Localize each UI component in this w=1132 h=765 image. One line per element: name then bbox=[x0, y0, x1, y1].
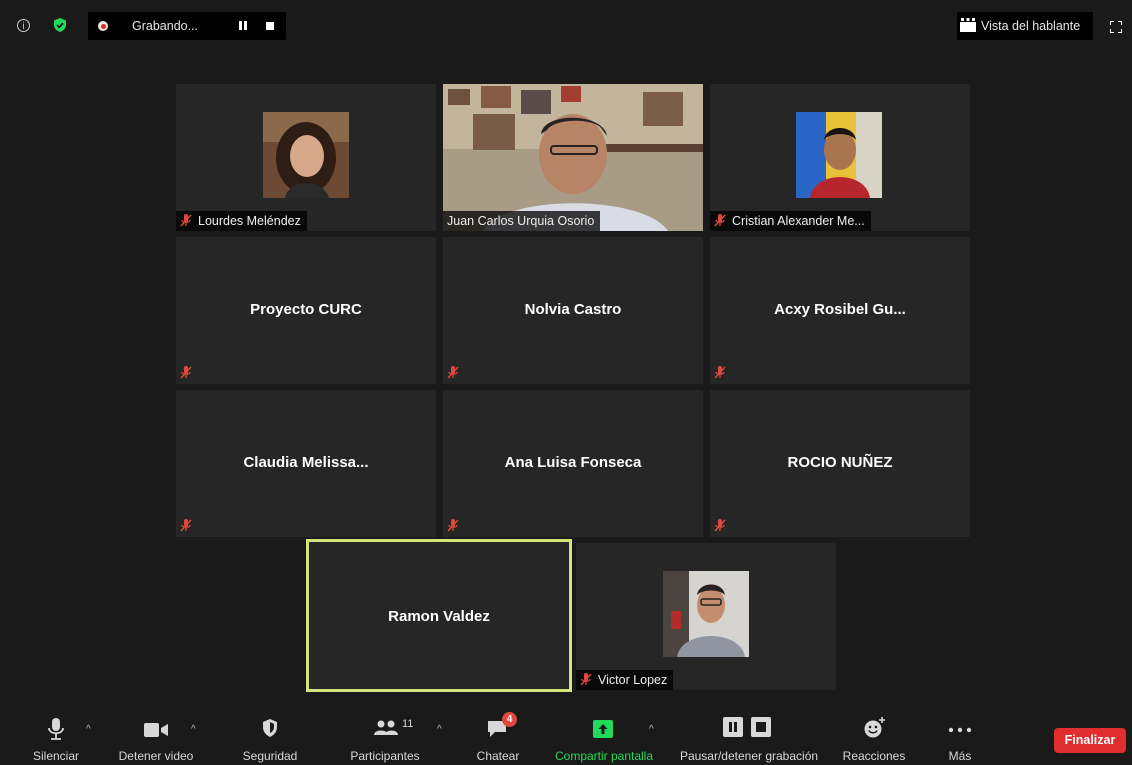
muted-mic-icon bbox=[714, 214, 726, 227]
participant-tile-nolvia[interactable]: Nolvia Castro bbox=[443, 237, 703, 384]
recording-label: Grabando... bbox=[132, 19, 199, 33]
participant-name: Claudia Melissa... bbox=[243, 454, 369, 471]
participant-video bbox=[263, 112, 349, 198]
pause-stop-recording-button[interactable]: Pausar/detener grabación bbox=[672, 705, 826, 765]
recording-indicator: Grabando... bbox=[88, 12, 286, 40]
end-meeting-button[interactable]: Finalizar bbox=[1054, 728, 1126, 753]
participants-label: Participantes bbox=[350, 749, 420, 763]
more-button[interactable]: Más bbox=[936, 705, 984, 765]
muted-mic-icon bbox=[580, 673, 592, 686]
share-screen-button[interactable]: Compartir pantalla bbox=[546, 705, 662, 765]
muted-mic-icon bbox=[447, 366, 459, 379]
muted-mic-icon bbox=[714, 366, 726, 379]
participant-tile-juan-carlos[interactable]: Juan Carlos Urquia Osorio bbox=[443, 84, 703, 231]
share-screen-icon bbox=[593, 720, 613, 738]
participant-name-tag: Lourdes Meléndez bbox=[176, 211, 307, 231]
participant-name: Lourdes Meléndez bbox=[198, 214, 301, 228]
participant-video bbox=[663, 571, 749, 657]
chat-unread-badge: 4 bbox=[502, 712, 517, 727]
security-label: Seguridad bbox=[242, 749, 298, 763]
stop-recording-icon[interactable] bbox=[266, 22, 274, 30]
speaker-view-button[interactable]: Vista del hablante bbox=[957, 12, 1093, 40]
speaker-view-label: Vista del hablante bbox=[981, 19, 1081, 33]
chat-button[interactable]: 4 Chatear bbox=[470, 705, 526, 765]
participant-tile-lourdes[interactable]: Lourdes Meléndez bbox=[176, 84, 436, 231]
speaker-view-icon bbox=[960, 18, 976, 32]
share-options-chevron-icon[interactable]: ^ bbox=[649, 724, 654, 735]
participant-name: Acxy Rosibel Gu... bbox=[774, 301, 906, 318]
muted-mic-icon bbox=[180, 519, 192, 532]
audio-options-chevron-icon[interactable]: ^ bbox=[86, 724, 91, 735]
pause-recording-icon[interactable] bbox=[239, 21, 249, 31]
participant-name: Proyecto CURC bbox=[250, 301, 362, 318]
participant-video bbox=[443, 84, 703, 231]
participant-tile-proyecto-curc[interactable]: Proyecto CURC bbox=[176, 237, 436, 384]
muted-mic-icon bbox=[714, 519, 726, 532]
video-options-chevron-icon[interactable]: ^ bbox=[191, 724, 196, 735]
participant-name-tag: Victor Lopez bbox=[576, 670, 674, 690]
video-label: Detener video bbox=[118, 749, 194, 763]
more-label: Más bbox=[948, 749, 972, 763]
reactions-button[interactable]: Reacciones bbox=[836, 705, 912, 765]
mute-label: Silenciar bbox=[32, 749, 80, 763]
reactions-smiley-icon bbox=[864, 717, 885, 738]
participant-tile-ramon-active-speaker[interactable]: Ramon Valdez bbox=[306, 539, 572, 692]
participant-tile-acxy[interactable]: Acxy Rosibel Gu... bbox=[710, 237, 970, 384]
microphone-icon bbox=[48, 718, 64, 740]
participant-tile-claudia[interactable]: Claudia Melissa... bbox=[176, 390, 436, 537]
participant-name: Victor Lopez bbox=[598, 673, 668, 687]
participants-options-chevron-icon[interactable]: ^ bbox=[437, 724, 442, 735]
participant-name-tag: Cristian Alexander Me... bbox=[710, 211, 871, 231]
share-label: Compartir pantalla bbox=[554, 749, 654, 763]
participant-tile-cristian[interactable]: Cristian Alexander Me... bbox=[710, 84, 970, 231]
more-dots-icon bbox=[948, 727, 972, 733]
video-camera-icon bbox=[144, 723, 168, 737]
reactions-label: Reacciones bbox=[842, 749, 906, 763]
participant-name: Ramon Valdez bbox=[388, 608, 490, 625]
participant-name: Juan Carlos Urquia Osorio bbox=[447, 214, 595, 228]
participant-tile-rocio[interactable]: ROCIO NUÑEZ bbox=[710, 390, 970, 537]
stop-video-button[interactable]: Detener video bbox=[113, 705, 199, 765]
muted-mic-icon bbox=[180, 366, 192, 379]
participant-name: ROCIO NUÑEZ bbox=[787, 454, 893, 471]
pause-stop-recording-icon bbox=[723, 717, 771, 737]
participant-tile-victor[interactable]: Victor Lopez bbox=[576, 543, 836, 690]
fullscreen-icon[interactable] bbox=[1110, 21, 1122, 33]
security-shield-icon bbox=[263, 719, 277, 737]
participant-tile-ana-luisa[interactable]: Ana Luisa Fonseca bbox=[443, 390, 703, 537]
recording-dot-icon bbox=[98, 21, 108, 31]
participant-name: Ana Luisa Fonseca bbox=[504, 454, 642, 471]
meeting-toolbar: Silenciar ^ Detener video ^ Seguridad 11… bbox=[0, 705, 1132, 765]
participants-button[interactable]: 11 Participantes bbox=[340, 705, 430, 765]
muted-mic-icon bbox=[180, 214, 192, 227]
meeting-window: i Grabando... Vista del hablante Lourdes… bbox=[0, 0, 1132, 765]
participant-name: Nolvia Castro bbox=[524, 301, 622, 318]
chat-label: Chatear bbox=[476, 749, 520, 763]
mute-button[interactable]: Silenciar bbox=[28, 705, 84, 765]
top-bar: i Grabando... Vista del hablante bbox=[0, 0, 1132, 48]
muted-mic-icon bbox=[447, 519, 459, 532]
participants-icon bbox=[374, 720, 398, 735]
participant-video bbox=[796, 112, 882, 198]
info-icon[interactable]: i bbox=[17, 19, 30, 32]
participants-count: 11 bbox=[402, 718, 414, 730]
security-button[interactable]: Seguridad bbox=[234, 705, 306, 765]
participant-name: Cristian Alexander Me... bbox=[732, 214, 865, 228]
encryption-shield-icon[interactable] bbox=[52, 17, 68, 33]
participant-name-tag: Juan Carlos Urquia Osorio bbox=[443, 211, 601, 231]
record-label: Pausar/detener grabación bbox=[679, 749, 819, 763]
